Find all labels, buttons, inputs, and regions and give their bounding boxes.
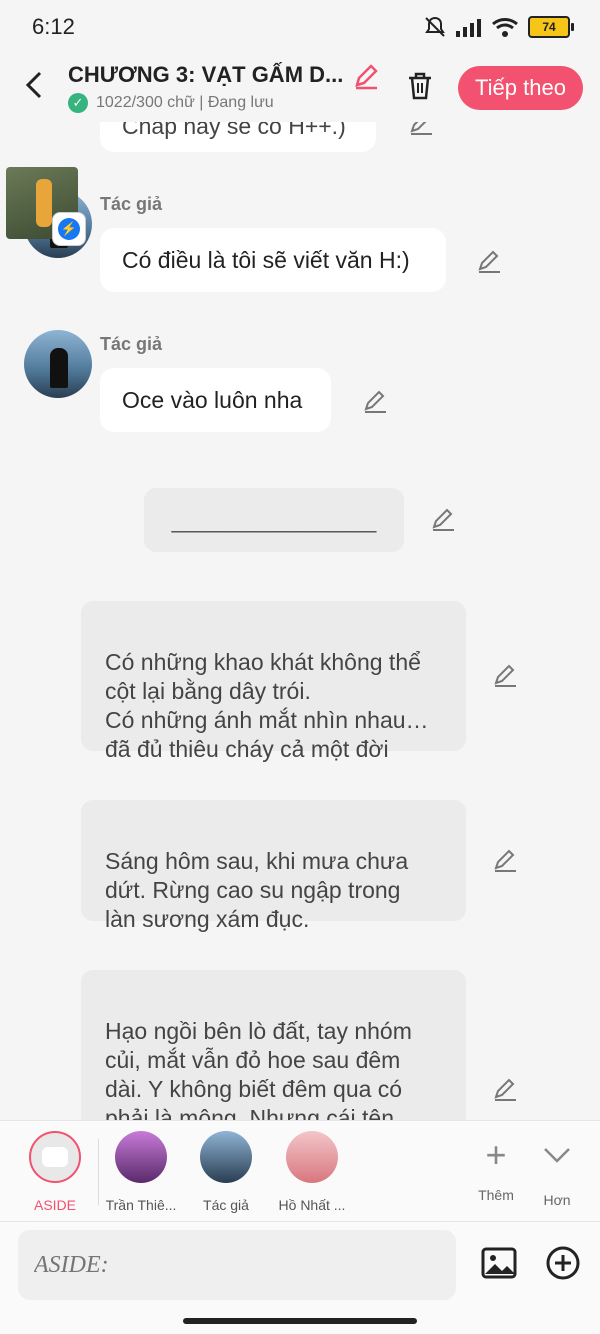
- expand-button[interactable]: Hơn: [527, 1135, 587, 1208]
- edit-message-icon[interactable]: [492, 847, 518, 873]
- narration-block[interactable]: Có những khao khát không thể cột lại bằn…: [81, 601, 466, 762]
- message-text: Có điều là tôi sẽ viết văn H:): [122, 246, 410, 273]
- message-bubble[interactable]: Oce vào luôn nha: [100, 368, 331, 432]
- character-avatar: [200, 1131, 252, 1183]
- tool-label: Thêm: [478, 1187, 514, 1203]
- battery-icon: 74: [528, 16, 574, 38]
- add-character-button[interactable]: + Thêm: [466, 1134, 526, 1204]
- status-bar: 6:12 74: [0, 0, 600, 56]
- chat-area[interactable]: Chấp nay sẽ có H++.) Tác giả Có điều là …: [0, 122, 600, 1120]
- character-bar: ASIDE Trần Thiê... Tác giả Hồ Nhất ... +…: [0, 1120, 600, 1221]
- character-label: Hồ Nhất ...: [278, 1197, 346, 1213]
- character-label: ASIDE: [33, 1197, 76, 1213]
- next-button[interactable]: Tiếp theo: [458, 66, 583, 110]
- character-label: Tác giả: [203, 1197, 249, 1213]
- narration-text: Có những khao khát không thể cột lại bằn…: [105, 649, 429, 762]
- character-item[interactable]: Trần Thiê...: [101, 1131, 181, 1213]
- message-bubble-partial[interactable]: Chấp nay sẽ có H++.): [100, 122, 376, 152]
- message-input[interactable]: [18, 1230, 456, 1300]
- home-indicator: [183, 1318, 417, 1324]
- edit-title-icon[interactable]: [352, 62, 380, 90]
- messenger-icon[interactable]: ⚡: [52, 212, 86, 246]
- tool-label: Hơn: [543, 1192, 571, 1208]
- character-label: Trần Thiê...: [105, 1197, 177, 1213]
- back-button[interactable]: [20, 70, 50, 100]
- save-status: ✓ 1022/300 chữ | Đang lưu: [68, 93, 274, 113]
- edit-message-icon[interactable]: [476, 248, 502, 274]
- character-item[interactable]: Tác giả: [186, 1131, 266, 1213]
- narration-text: Hạo ngồi bên lò đất, tay nhóm củi, mắt v…: [105, 1018, 412, 1120]
- input-bar: [0, 1221, 600, 1334]
- edit-message-icon[interactable]: [492, 662, 518, 688]
- chapter-title[interactable]: CHƯƠNG 3: VẠT GẤM D...: [68, 62, 343, 88]
- aside-icon: [29, 1131, 81, 1183]
- chevron-down-icon: [544, 1148, 570, 1163]
- message-text: Chấp nay sẽ có H++.): [122, 122, 346, 139]
- narration-block[interactable]: Sáng hôm sau, khi mưa chưa dứt. Rừng cao…: [81, 800, 466, 932]
- mute-bell-icon: [425, 16, 445, 37]
- status-icons: 74: [424, 16, 574, 38]
- divider: [98, 1139, 99, 1205]
- edit-message-icon[interactable]: [408, 122, 434, 136]
- add-circle-icon[interactable]: [544, 1244, 582, 1282]
- word-count-status: 1022/300 chữ | Đang lưu: [96, 94, 274, 111]
- message-author: Tác giả: [100, 194, 163, 214]
- edit-message-icon[interactable]: [430, 506, 456, 532]
- message-text: Oce vào luôn nha: [122, 386, 303, 413]
- narration-block[interactable]: Hạo ngồi bên lò đất, tay nhóm củi, mắt v…: [81, 970, 466, 1120]
- character-aside[interactable]: ASIDE: [15, 1131, 95, 1213]
- edit-message-icon[interactable]: [362, 388, 388, 414]
- message-bubble[interactable]: Có điều là tôi sẽ viết văn H:): [100, 228, 446, 292]
- character-avatar: [115, 1131, 167, 1183]
- divider-text: ________________: [171, 506, 377, 533]
- author-avatar[interactable]: [24, 330, 92, 398]
- wifi-icon: [492, 18, 518, 37]
- character-avatar: [286, 1131, 338, 1183]
- character-item[interactable]: Hồ Nhất ...: [272, 1131, 352, 1213]
- signal-icon: [456, 19, 481, 37]
- delete-icon[interactable]: [404, 70, 436, 102]
- message-author: Tác giả: [100, 334, 163, 354]
- status-time: 6:12: [32, 14, 75, 39]
- image-icon[interactable]: [480, 1244, 518, 1282]
- narration-text: Sáng hôm sau, khi mưa chưa dứt. Rừng cao…: [105, 848, 409, 932]
- check-icon: ✓: [68, 93, 88, 113]
- chevron-left-icon: [25, 71, 42, 99]
- plus-icon: +: [485, 1134, 507, 1175]
- edit-message-icon[interactable]: [492, 1076, 518, 1102]
- divider-block[interactable]: ________________: [144, 488, 404, 552]
- editor-header: CHƯƠNG 3: VẠT GẤM D... ✓ 1022/300 chữ | …: [0, 56, 600, 122]
